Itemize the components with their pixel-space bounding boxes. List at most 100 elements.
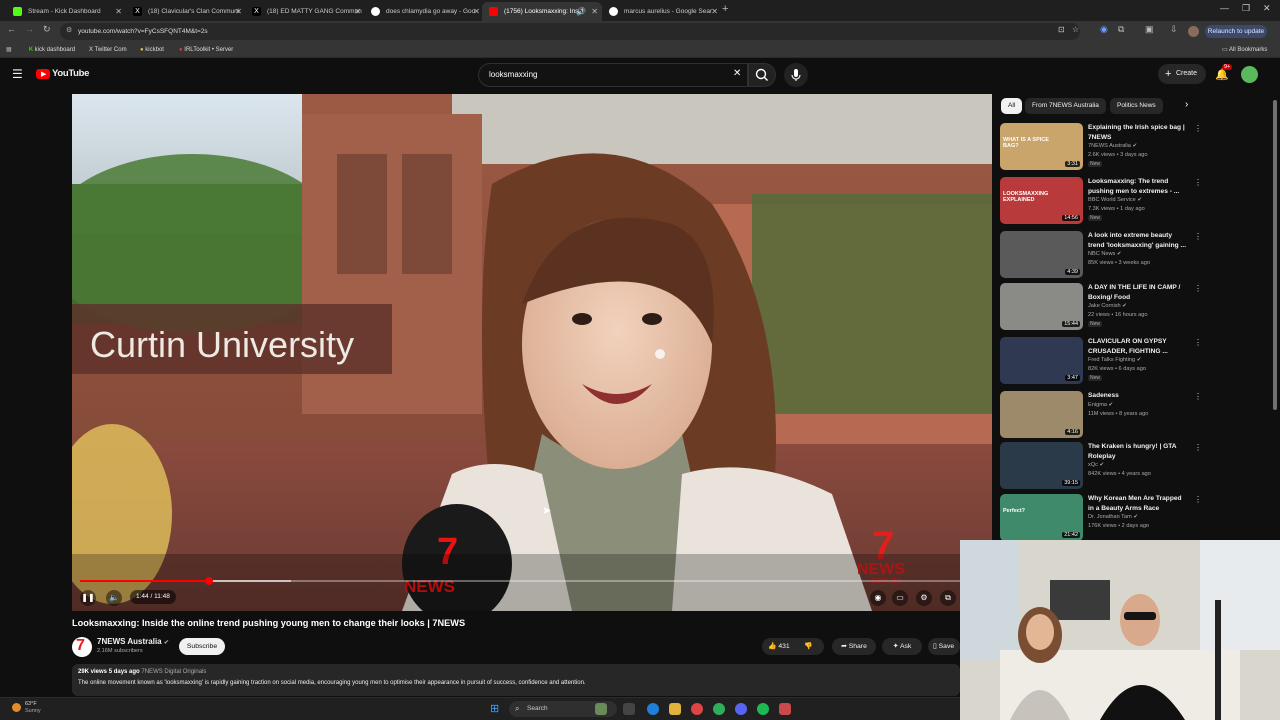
address-bar[interactable]: ⚙ youtube.com/watch?v=FyCsSFQNT4M&t=2s ⊡… xyxy=(60,23,1080,40)
close-window-icon[interactable]: ✕ xyxy=(1263,3,1271,14)
more-options-icon[interactable]: ⋮ xyxy=(1194,338,1202,347)
voice-search-button[interactable] xyxy=(784,63,808,87)
chip-all[interactable]: All xyxy=(1001,98,1023,114)
recommendation-channel[interactable]: 7NEWS Australia ✔ xyxy=(1088,143,1137,149)
video-player[interactable]: Curtin University 7 NEWS 7 NEWS .com.au … xyxy=(72,94,992,611)
bookmark-star-icon[interactable]: ☆ xyxy=(1072,25,1079,34)
side-panel-icon[interactable]: ▣ xyxy=(1145,24,1154,35)
video-thumbnail[interactable]: 3:47 xyxy=(1000,337,1083,384)
windows-start-icon[interactable]: ⊞ xyxy=(490,702,499,715)
dislike-button[interactable]: 👎 xyxy=(804,638,812,655)
recommendation-channel[interactable]: Dr. Jonathan Tam ✔ xyxy=(1088,514,1138,520)
volume-button[interactable]: 🔈 xyxy=(106,590,122,606)
all-bookmarks-folder[interactable]: ▭ All Bookmarks xyxy=(1222,42,1267,58)
more-options-icon[interactable]: ⋮ xyxy=(1194,124,1202,133)
menu-hamburger-icon[interactable]: ☰ xyxy=(12,67,23,81)
channel-name[interactable]: 7NEWS Australia ✔ xyxy=(97,637,169,646)
browser-tab[interactable]: does chlamydia go away - Goo ✕ xyxy=(364,2,484,21)
apps-grid-icon[interactable]: ▦ xyxy=(6,42,12,58)
close-tab-icon[interactable]: ✕ xyxy=(711,2,718,21)
downloads-icon[interactable]: ⇩ xyxy=(1170,24,1178,35)
recommendation-title[interactable]: Why Korean Men Are Trapped in a Beauty A… xyxy=(1088,494,1188,513)
video-thumbnail[interactable]: WHAT IS A SPICE BAG? 3:31 xyxy=(1000,123,1083,170)
recommendation-item[interactable]: LOOKSMAXXING EXPLAINED 14:56 Looksmaxxing:… xyxy=(1000,177,1270,227)
close-tab-icon[interactable]: ✕ xyxy=(235,2,242,21)
bookmark-item[interactable]: ● kickbot xyxy=(140,42,164,58)
recommendation-item[interactable]: Perfect? 21:42 Why Korean Men Are Trapped … xyxy=(1000,494,1270,544)
clear-search-icon[interactable]: ✕ xyxy=(733,68,741,79)
edge-icon[interactable] xyxy=(647,703,659,715)
relaunch-button[interactable]: Relaunch to update xyxy=(1205,25,1267,38)
video-thumbnail[interactable]: LOOKSMAXXING EXPLAINED 14:56 xyxy=(1000,177,1083,224)
task-view-icon[interactable] xyxy=(623,703,635,715)
minimize-window-icon[interactable]: — xyxy=(1220,3,1229,13)
more-options-icon[interactable]: ⋮ xyxy=(1194,284,1202,293)
recommendation-title[interactable]: A look into extreme beauty trend 'looksm… xyxy=(1088,231,1188,250)
more-options-icon[interactable]: ⋮ xyxy=(1194,392,1202,401)
install-app-icon[interactable]: ⊡ xyxy=(1058,25,1065,34)
app-icon[interactable] xyxy=(691,703,703,715)
recommendation-item[interactable]: 4:39 A look into extreme beauty trend 'lo… xyxy=(1000,231,1270,281)
sidebar-scrollbar[interactable] xyxy=(1273,100,1277,410)
browser-tab[interactable]: marcus aurelius - Google Sear ✕ xyxy=(602,2,722,21)
like-button[interactable]: 👍 431 xyxy=(768,643,790,650)
video-thumbnail[interactable]: 4:16 xyxy=(1000,391,1083,438)
recommendation-channel[interactable]: Jake Cornish ✔ xyxy=(1088,303,1127,309)
pause-button[interactable]: ❚❚ xyxy=(80,590,96,606)
recommendation-item[interactable]: 3:47 CLAVICULAR ON GYPSY CRUSADER, FIGHTI… xyxy=(1000,337,1270,387)
more-options-icon[interactable]: ⋮ xyxy=(1194,232,1202,241)
extension-icon[interactable]: ◉ xyxy=(1100,24,1108,35)
recommendation-item[interactable]: 15:44 A DAY IN THE LIFE IN CAMP / Boxing/… xyxy=(1000,283,1270,333)
chip-politics-news[interactable]: Politics News xyxy=(1110,98,1163,114)
close-tab-icon[interactable]: ✕ xyxy=(473,2,480,21)
recommendation-item[interactable]: 4:16 Sadeness Enigma ✔ 11M views • 8 years … xyxy=(1000,391,1270,441)
close-tab-icon[interactable]: ✕ xyxy=(115,2,122,21)
search-button[interactable] xyxy=(748,63,776,87)
reload-icon[interactable]: ↻ xyxy=(43,24,51,35)
recommendation-channel[interactable]: xQc ✔ xyxy=(1088,462,1104,468)
autoplay-toggle[interactable]: ◉ xyxy=(870,590,886,606)
browser-tab[interactable]: Stream - Kick Dashboard ✕ xyxy=(6,2,126,21)
recommendation-channel[interactable]: Enigma ✔ xyxy=(1088,402,1113,408)
search-input[interactable]: looksmaxxing ✕ xyxy=(478,63,748,87)
recommendation-title[interactable]: A DAY IN THE LIFE IN CAMP / Boxing/ Food xyxy=(1088,283,1188,302)
obs-icon[interactable] xyxy=(779,703,791,715)
share-button[interactable]: ➦ Share xyxy=(832,638,876,655)
maximize-window-icon[interactable]: ❐ xyxy=(1242,3,1250,14)
audio-playing-icon[interactable]: 🔊 xyxy=(576,2,586,21)
bookmark-item[interactable]: K kick dashboard xyxy=(29,42,75,58)
recommendation-channel[interactable]: NBC News ✔ xyxy=(1088,251,1122,257)
browser-tab[interactable]: X (18) ED MATTY GANG Commun ✕ xyxy=(245,2,365,21)
weather-widget[interactable]: 63°F Sunny xyxy=(25,701,41,715)
forward-icon[interactable]: → xyxy=(25,24,34,34)
save-button[interactable]: ▯ Save xyxy=(928,638,960,655)
channel-avatar[interactable]: 7 xyxy=(72,637,92,657)
recommendation-title[interactable]: Looksmaxxing: The trend pushing men to e… xyxy=(1088,177,1188,196)
browser-tab-active[interactable]: (1756) Looksmaxxing: Insid 🔊 ✕ xyxy=(482,2,602,21)
subscribe-button[interactable]: Subscribe xyxy=(179,638,225,655)
chrome-icon[interactable] xyxy=(713,703,725,715)
subtitles-button[interactable]: ▭ xyxy=(892,590,908,606)
settings-button[interactable]: ⚙ xyxy=(916,590,932,606)
recommendation-item[interactable]: 39:15 The Kraken is hungry! | GTA Rolepla… xyxy=(1000,442,1270,492)
miniplayer-button[interactable]: ⧉ xyxy=(940,590,956,606)
recommendation-channel[interactable]: Fred Talks Fighting ✔ xyxy=(1088,357,1141,363)
extensions-puzzle-icon[interactable]: ⧉ xyxy=(1118,24,1124,35)
recommendation-channel[interactable]: BBC World Service ✔ xyxy=(1088,197,1142,203)
ask-button[interactable]: ✦ Ask xyxy=(882,638,922,655)
chip-from-channel[interactable]: From 7NEWS Australia xyxy=(1025,98,1106,114)
seek-bar[interactable] xyxy=(80,577,960,585)
url-text[interactable]: youtube.com/watch?v=FyCsSFQNT4M&t=2s xyxy=(78,23,208,40)
account-avatar[interactable] xyxy=(1241,66,1258,83)
video-thumbnail[interactable]: 15:44 xyxy=(1000,283,1083,330)
recommendation-title[interactable]: CLAVICULAR ON GYPSY CRUSADER, FIGHTING .… xyxy=(1088,337,1188,356)
file-explorer-icon[interactable] xyxy=(669,703,681,715)
video-thumbnail[interactable]: Perfect? 21:42 xyxy=(1000,494,1083,541)
search-highlight-icon[interactable] xyxy=(595,703,607,715)
discord-icon[interactable] xyxy=(735,703,747,715)
more-options-icon[interactable]: ⋮ xyxy=(1194,178,1202,187)
profile-avatar[interactable] xyxy=(1188,26,1199,37)
close-tab-icon[interactable]: ✕ xyxy=(354,2,361,21)
more-options-icon[interactable]: ⋮ xyxy=(1194,495,1202,504)
spotify-icon[interactable] xyxy=(757,703,769,715)
